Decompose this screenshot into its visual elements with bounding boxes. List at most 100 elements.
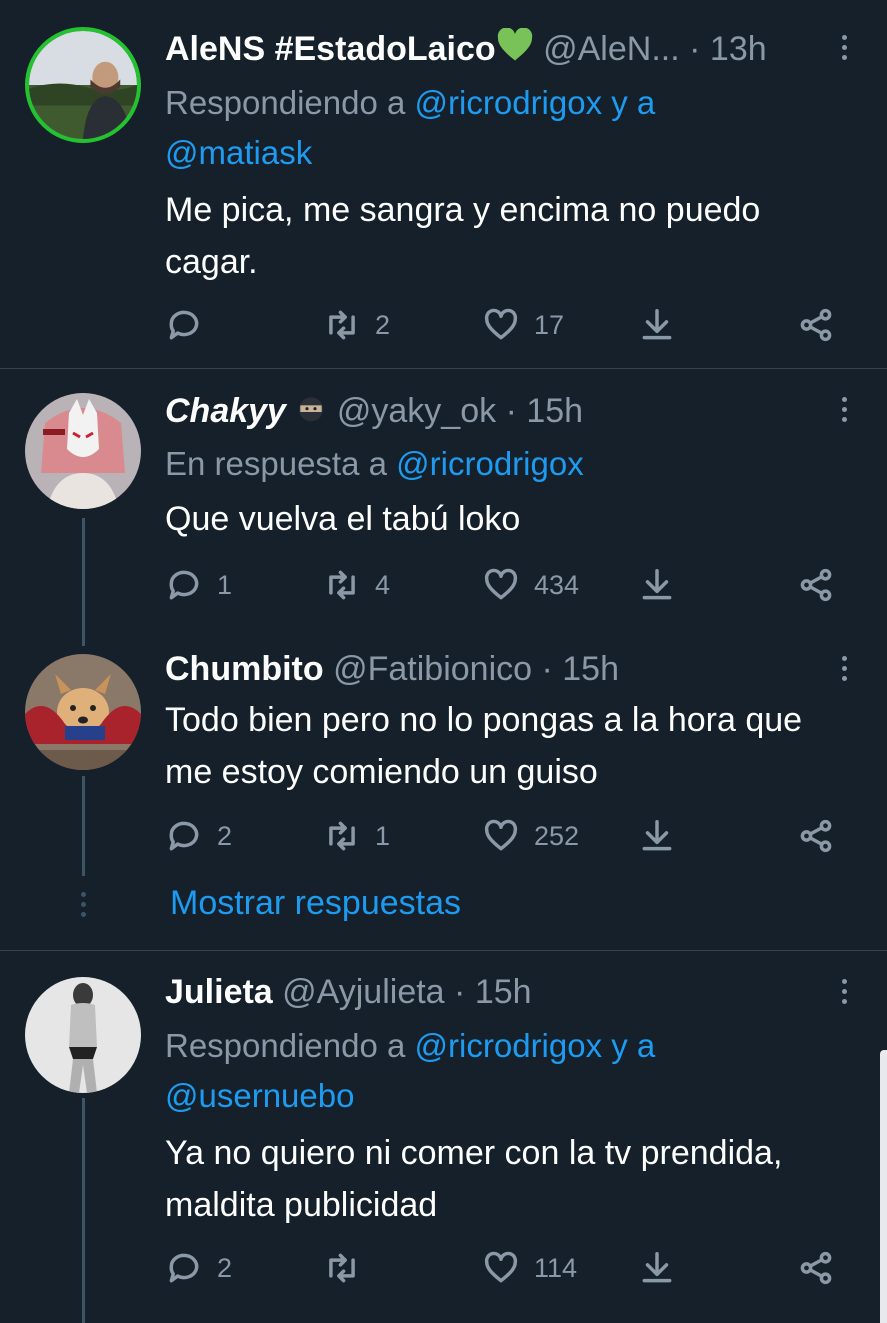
like-count: 114 <box>534 1252 578 1283</box>
retweet-count: 2 <box>375 309 391 340</box>
tweet-alens[interactable]: AleNS #EstadoLaico @AleN... · 13h Respon… <box>0 0 887 368</box>
more-icon[interactable] <box>829 971 859 1011</box>
tweet-text-line: Me pica, me sangra y encima no puedo <box>165 191 761 229</box>
share-button[interactable] <box>797 1246 835 1290</box>
tweet-actions: 1 4 434 <box>165 563 862 607</box>
timestamp[interactable]: 15h <box>562 650 619 688</box>
thread-gap-dots <box>81 892 86 922</box>
mention-link[interactable]: @ricrodrigox <box>396 445 584 482</box>
download-icon <box>642 1252 672 1283</box>
show-replies-link[interactable]: Mostrar respuestas <box>170 878 461 928</box>
replying-to: En respuesta a @ricrodrigox <box>165 439 777 489</box>
timestamp[interactable]: 15h <box>475 973 532 1011</box>
mention-link[interactable]: @usernuebo <box>165 1077 354 1114</box>
retweet-icon <box>329 1253 355 1283</box>
handle[interactable]: @Ayjulieta <box>282 973 444 1011</box>
reply-icon <box>169 570 199 600</box>
like-button[interactable]: 252 <box>482 814 579 858</box>
more-icon[interactable] <box>829 648 859 688</box>
handle[interactable]: @AleN... <box>543 30 680 68</box>
retweet-button[interactable] <box>323 1246 375 1290</box>
separator-dot: · <box>454 973 466 1011</box>
tweet-text-line: me estoy comiendo un guiso <box>165 753 598 791</box>
like-button[interactable]: 434 <box>482 563 579 607</box>
download-icon <box>642 569 672 600</box>
tweet-actions: 2 1 252 <box>165 814 862 858</box>
download-icon <box>642 820 672 851</box>
tweet-actions: 2 114 <box>165 1246 862 1290</box>
reply-button[interactable]: 2 <box>165 814 232 858</box>
avatar-chakyy[interactable] <box>25 393 141 509</box>
tweet-text: Ya no quiero ni comer con la tv prendida… <box>165 1127 862 1231</box>
timestamp[interactable]: 15h <box>526 392 583 430</box>
like-icon <box>484 1251 518 1283</box>
timestamp[interactable]: 13h <box>710 30 767 68</box>
reply-button[interactable] <box>165 303 217 347</box>
share-icon <box>800 308 832 342</box>
tweet-chakyy[interactable]: Chakyy @yaky_ok · 15h En respuesta a @ri… <box>0 369 887 639</box>
avatar-chumbito[interactable] <box>25 654 141 770</box>
retweet-icon <box>329 821 355 851</box>
share-button[interactable] <box>797 303 835 347</box>
download-button[interactable] <box>638 563 676 607</box>
download-button[interactable] <box>638 303 676 347</box>
display-name[interactable]: AleNS #EstadoLaico <box>165 30 496 68</box>
separator-dot: · <box>505 392 517 430</box>
tweet-julieta[interactable]: Julieta @Ayjulieta · 15h Respondiendo a … <box>0 951 887 1323</box>
mention-link[interactable]: @matiask <box>165 134 312 171</box>
avatar-alens[interactable] <box>25 27 141 143</box>
tweet-text: Que vuelva el tabú loko <box>165 493 862 545</box>
handle[interactable]: @Fatibionico <box>333 650 532 688</box>
reply-count: 2 <box>217 820 233 851</box>
retweet-count: 4 <box>375 569 391 600</box>
share-button[interactable] <box>797 563 835 607</box>
scrollbar[interactable] <box>880 1050 887 1323</box>
ninja-icon <box>295 388 327 436</box>
tweet-text: Me pica, me sangra y encima no puedo cag… <box>165 184 862 288</box>
reply-icon <box>169 821 199 851</box>
replying-to: Respondiendo a @ricrodrigox y a @usernue… <box>165 1021 777 1121</box>
display-name[interactable]: Chakyy <box>165 392 286 430</box>
more-icon[interactable] <box>829 389 859 429</box>
like-button[interactable]: 17 <box>482 303 564 347</box>
mention-link[interactable]: @ricrodrigox y a <box>415 1027 656 1064</box>
retweet-icon <box>329 570 355 600</box>
reply-icon <box>169 1253 199 1283</box>
tweet-chumbito[interactable]: Chumbito @Fatibionico · 15h Todo bien pe… <box>0 640 887 872</box>
share-button[interactable] <box>797 814 835 858</box>
replying-prefix: En respuesta a <box>165 445 387 482</box>
reply-button[interactable]: 1 <box>165 563 232 607</box>
like-icon <box>484 568 518 600</box>
reply-count: 1 <box>217 569 233 600</box>
share-icon <box>800 1251 832 1285</box>
handle[interactable]: @yaky_ok <box>337 392 496 430</box>
like-icon <box>484 819 518 851</box>
replying-prefix: Respondiendo a <box>165 84 406 121</box>
display-name[interactable]: Julieta <box>165 973 273 1011</box>
reply-icon <box>169 310 199 340</box>
download-button[interactable] <box>638 1246 676 1290</box>
tweet-header: AleNS #EstadoLaico @AleN... · 13h <box>165 24 827 74</box>
separator-dot: · <box>541 650 553 688</box>
download-icon <box>642 309 672 340</box>
tweet-header: Chakyy @yaky_ok · 15h <box>165 386 827 436</box>
mention-link[interactable]: @ricrodrigox y a <box>415 84 656 121</box>
tweet-header: Chumbito @Fatibionico · 15h <box>165 644 827 694</box>
like-button[interactable]: 114 <box>482 1246 577 1290</box>
avatar-julieta[interactable] <box>25 977 141 1093</box>
tweet-text: Todo bien pero no lo pongas a la hora qu… <box>165 694 862 798</box>
retweet-button[interactable]: 1 <box>323 814 390 858</box>
like-icon <box>484 308 518 340</box>
more-icon[interactable] <box>829 27 859 67</box>
retweet-icon <box>329 310 355 340</box>
display-name[interactable]: Chumbito <box>165 650 324 688</box>
share-icon <box>800 568 832 602</box>
retweet-button[interactable]: 2 <box>323 303 390 347</box>
like-count: 17 <box>534 309 565 340</box>
tweet-text-line: cagar. <box>165 243 258 281</box>
replying-to: Respondiendo a @ricrodrigox y a @matiask <box>165 78 777 178</box>
download-button[interactable] <box>638 814 676 858</box>
green-heart-icon <box>496 26 534 74</box>
retweet-button[interactable]: 4 <box>323 563 390 607</box>
reply-button[interactable]: 2 <box>165 1246 232 1290</box>
